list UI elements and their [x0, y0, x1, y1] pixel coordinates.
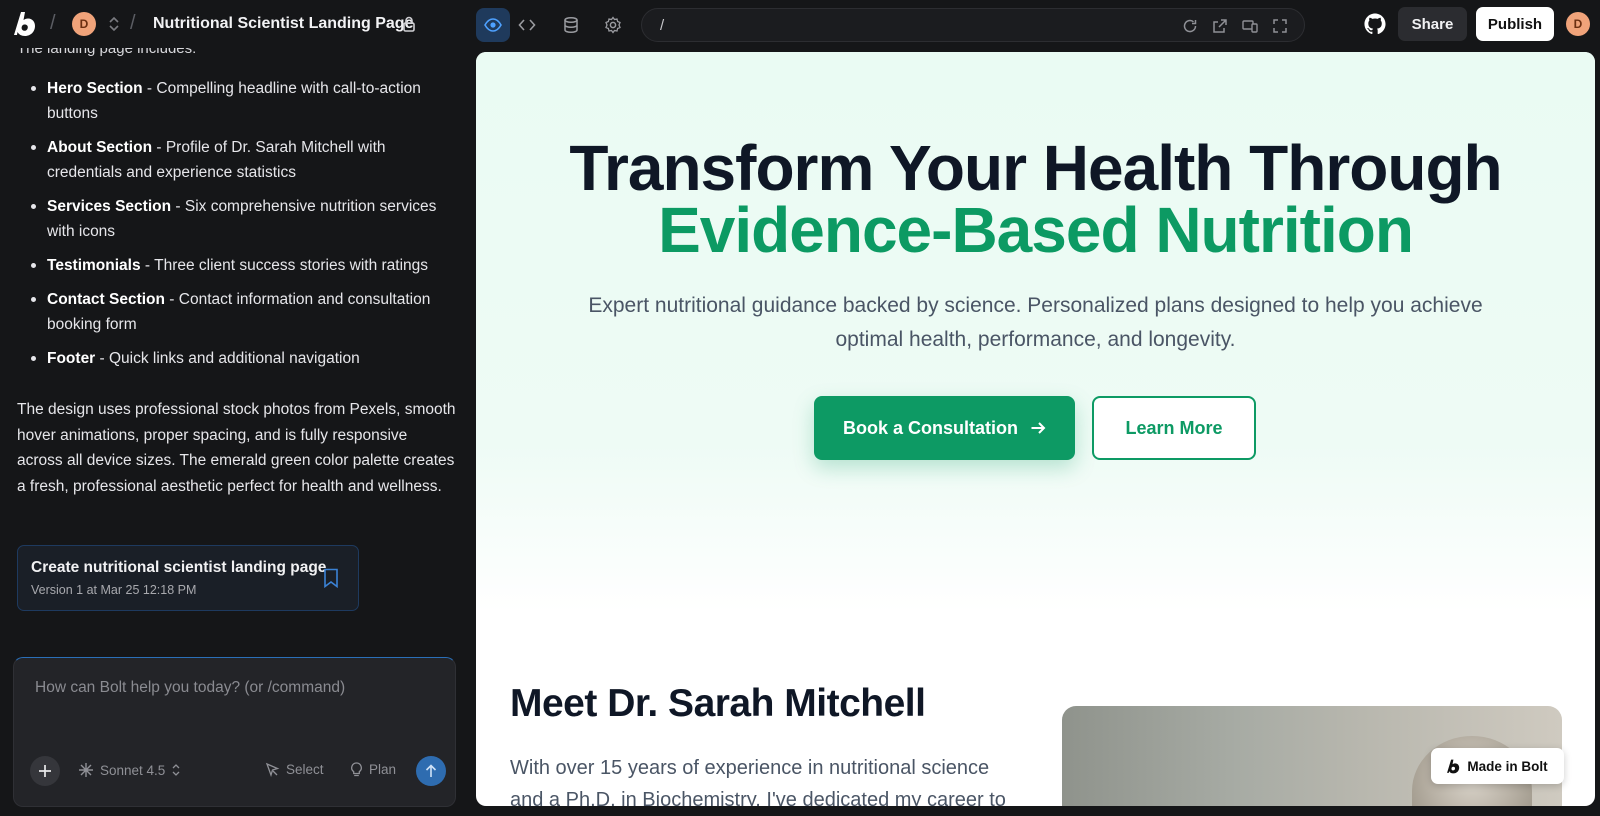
hero-subtitle: Expert nutritional guidance backed by sc… — [588, 294, 1483, 351]
feature-list: Hero Section - Compelling headline with … — [17, 76, 457, 380]
user-avatar[interactable]: D — [72, 12, 96, 36]
about-text: With over 15 years of experience in nutr… — [510, 757, 1006, 806]
device-preview-icon[interactable] — [1242, 18, 1258, 34]
code-tab[interactable] — [510, 8, 544, 42]
learn-more-button[interactable]: Learn More — [1092, 396, 1256, 460]
version-title: Create nutritional scientist landing pag… — [31, 559, 327, 576]
reload-icon[interactable] — [1182, 18, 1198, 34]
settings-tab[interactable] — [596, 8, 630, 42]
select-button[interactable]: Select — [265, 762, 324, 777]
bolt-logo-icon — [1447, 759, 1460, 773]
model-selector[interactable]: Sonnet 4.5 — [78, 762, 181, 778]
feature-name: Testimonials — [47, 257, 141, 274]
lightbulb-icon — [351, 762, 362, 777]
top-bar: / D / Nutritional Scientist Landing Page — [0, 0, 1600, 48]
view-toolbar — [476, 8, 630, 42]
send-button[interactable] — [416, 756, 446, 786]
version-card[interactable]: Create nutritional scientist landing pag… — [17, 545, 359, 611]
feature-name: Contact Section — [47, 291, 165, 308]
arrow-up-icon — [425, 764, 437, 777]
prompt-input[interactable]: How can Bolt help you today? (or /comman… — [35, 679, 345, 697]
share-button[interactable]: Share — [1398, 7, 1467, 41]
bookmark-icon[interactable] — [323, 568, 339, 588]
book-consultation-label: Book a Consultation — [843, 417, 1018, 438]
attach-button[interactable] — [30, 756, 60, 786]
list-item: Hero Section - Compelling headline with … — [17, 76, 457, 126]
model-name: Sonnet 4.5 — [100, 762, 166, 778]
list-item: About Section - Profile of Dr. Sarah Mit… — [17, 135, 457, 185]
url-bar[interactable]: / — [641, 8, 1305, 42]
select-label: Select — [286, 762, 324, 777]
chat-intro-text: The landing page includes: — [17, 48, 197, 57]
project-title[interactable]: Nutritional Scientist Landing Page — [153, 15, 413, 33]
chat-summary: The design uses professional stock photo… — [17, 401, 456, 495]
eye-icon — [484, 18, 502, 32]
hero-section: Transform Your Health Through Evidence-B… — [476, 52, 1595, 612]
made-in-bolt-badge[interactable]: Made in Bolt — [1431, 748, 1564, 784]
cursor-select-icon — [265, 762, 280, 777]
sparkle-icon — [79, 763, 93, 777]
feature-name: Footer — [47, 350, 96, 367]
bolt-app: / D / Nutritional Scientist Landing Page — [0, 0, 1600, 816]
book-consultation-button[interactable]: Book a Consultation — [814, 396, 1075, 460]
url-path[interactable]: / — [660, 17, 664, 34]
hero-headline-accent: Evidence-Based Nutrition — [658, 194, 1414, 266]
list-item: Testimonials - Three client success stor… — [17, 253, 457, 278]
badge-label: Made in Bolt — [1467, 758, 1548, 774]
fullscreen-icon[interactable] — [1272, 18, 1288, 34]
plan-button[interactable]: Plan — [350, 762, 396, 777]
plus-icon — [39, 765, 51, 777]
gear-icon — [605, 16, 621, 34]
code-icon — [518, 19, 536, 31]
plan-label: Plan — [369, 762, 397, 777]
github-icon[interactable] — [1364, 13, 1386, 35]
feature-name: Services Section — [47, 198, 172, 215]
about-title: Meet Dr. Sarah Mitchell — [510, 682, 926, 725]
database-tab[interactable] — [554, 8, 588, 42]
list-item: Contact Section - Contact information an… — [17, 287, 457, 337]
list-item: Footer - Quick links and additional navi… — [17, 346, 457, 371]
lock-icon — [403, 16, 415, 32]
open-external-icon[interactable] — [1212, 18, 1228, 34]
breadcrumb-separator: / — [50, 12, 56, 34]
publish-button[interactable]: Publish — [1476, 7, 1554, 41]
account-avatar[interactable]: D — [1566, 12, 1590, 36]
hero-headline: Transform Your Health Through — [569, 132, 1502, 204]
chevron-up-down-icon[interactable] — [108, 16, 120, 32]
preview-tab[interactable] — [476, 8, 510, 42]
preview-frame[interactable]: Transform Your Health Through Evidence-B… — [476, 52, 1595, 806]
feature-desc: - Quick links and additional navigation — [95, 350, 360, 367]
database-icon — [564, 16, 578, 34]
bolt-logo-icon[interactable] — [14, 11, 38, 37]
arrow-right-icon — [1031, 422, 1046, 434]
prompt-box[interactable]: How can Bolt help you today? (or /comman… — [13, 657, 456, 807]
list-item: Services Section - Six comprehensive nut… — [17, 194, 457, 244]
feature-name: About Section — [47, 139, 153, 156]
chevron-up-down-icon — [172, 764, 180, 776]
version-subtitle: Version 1 at Mar 25 12:18 PM — [31, 583, 197, 597]
chat-panel: The landing page includes: Hero Section … — [0, 48, 476, 816]
feature-name: Hero Section — [47, 80, 143, 97]
feature-desc: - Three client success stories with rati… — [140, 257, 429, 274]
breadcrumb-separator: / — [130, 12, 136, 34]
